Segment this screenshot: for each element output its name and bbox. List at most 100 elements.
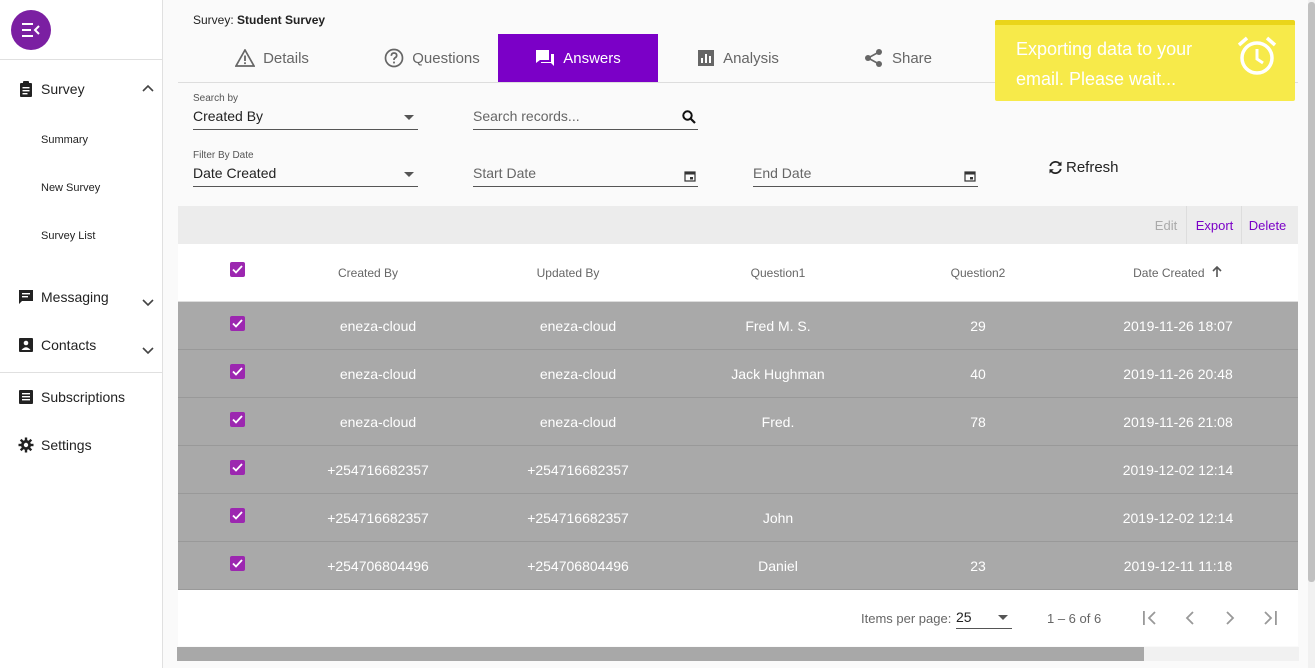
column-header-question1[interactable]: Question1: [708, 244, 848, 302]
dropdown-arrow-icon: [998, 615, 1008, 620]
clipboard-icon: [18, 81, 34, 97]
chevron-up-icon[interactable]: [142, 81, 154, 98]
row-checkbox[interactable]: [230, 412, 245, 427]
table-row[interactable]: +254716682357 +254716682357 2019-12-02 12:…: [178, 446, 1298, 494]
table-header: Created By Updated By Question1 Question…: [178, 244, 1298, 302]
scrollbar-thumb[interactable]: [177, 647, 1144, 661]
survey-prefix: Survey:: [193, 13, 238, 27]
sidebar-item-survey[interactable]: Survey: [18, 81, 154, 97]
export-button[interactable]: Export: [1186, 206, 1242, 244]
end-date-placeholder: End Date: [753, 165, 812, 181]
cell-question1: Jack Hughman: [731, 366, 825, 382]
sidebar-item-messaging[interactable]: Messaging: [18, 289, 154, 307]
sidebar-subitem-summary[interactable]: Summary: [41, 134, 88, 146]
delete-button[interactable]: Delete: [1241, 206, 1293, 244]
first-page-icon[interactable]: [1138, 606, 1162, 630]
cell-date-created: 2019-11-26 20:48: [1123, 366, 1233, 382]
column-header-created-by[interactable]: Created By: [298, 244, 438, 302]
sidebar-item-label: Survey: [41, 81, 85, 97]
tab-questions[interactable]: Questions: [352, 34, 512, 82]
table-row[interactable]: eneza-cloud eneza-cloud Fred. 78 2019-11-26 …: [178, 398, 1298, 446]
cell-question2: 29: [970, 318, 986, 334]
help-circle-icon: [384, 48, 404, 68]
menu-open-icon[interactable]: [11, 10, 51, 50]
chevron-down-icon[interactable]: [142, 295, 154, 312]
column-header-updated-by[interactable]: Updated By: [498, 244, 638, 302]
bar-chart-icon: [698, 50, 715, 66]
sidebar-divider: [0, 59, 162, 60]
tab-answers[interactable]: Answers: [498, 34, 658, 82]
export-toast: Exporting data to your email. Please wai…: [995, 20, 1295, 101]
table-row[interactable]: +254716682357 +254716682357 John 2019-12-02…: [178, 494, 1298, 542]
start-date-field[interactable]: Start Date: [473, 165, 698, 187]
sidebar-item-settings[interactable]: Settings: [18, 437, 154, 453]
cell-created-by: +254716682357: [327, 510, 429, 526]
tab-analysis[interactable]: Analysis: [658, 34, 818, 82]
row-checkbox[interactable]: [230, 316, 245, 331]
cell-question2: 78: [970, 414, 986, 430]
tab-share[interactable]: Share: [818, 34, 978, 82]
sidebar: Survey Summary New Survey Survey List Me…: [0, 0, 163, 668]
sidebar-item-subscriptions[interactable]: Subscriptions: [18, 389, 154, 405]
row-checkbox[interactable]: [230, 556, 245, 571]
table-row[interactable]: eneza-cloud eneza-cloud Jack Hughman 40 2019…: [178, 350, 1298, 398]
sidebar-subitem-new-survey[interactable]: New Survey: [41, 182, 100, 194]
search-by-select[interactable]: Created By: [193, 108, 418, 130]
last-page-icon[interactable]: [1258, 606, 1282, 630]
previous-page-icon[interactable]: [1178, 606, 1202, 630]
cell-date-created: 2019-12-02 12:14: [1122, 462, 1234, 478]
cell-created-by: +254706804496: [327, 558, 429, 574]
sidebar-subitem-survey-list[interactable]: Survey List: [41, 230, 95, 242]
filter-date-select[interactable]: Date Created: [193, 165, 418, 187]
calendar-icon[interactable]: [964, 169, 976, 185]
filter-date-value: Date Created: [193, 165, 277, 181]
end-date-field[interactable]: End Date: [753, 165, 978, 187]
tab-label: Share: [891, 49, 933, 67]
page-size-select[interactable]: 25: [956, 603, 1012, 629]
next-page-icon[interactable]: [1218, 606, 1242, 630]
cell-updated-by: eneza-cloud: [539, 414, 617, 430]
search-by-label: Search by: [193, 93, 239, 104]
select-all-checkbox[interactable]: [230, 262, 245, 277]
gear-icon: [18, 437, 34, 453]
sidebar-item-label: Subscriptions: [41, 389, 126, 405]
page-size-value: 25: [956, 609, 972, 625]
scrollbar-thumb[interactable]: [1308, 2, 1315, 582]
search-placeholder: Search records...: [473, 108, 580, 124]
row-checkbox[interactable]: [230, 364, 245, 379]
survey-name: Student Survey: [237, 13, 326, 27]
forum-icon: [536, 50, 555, 66]
cell-created-by: eneza-cloud: [339, 366, 417, 382]
cell-date-created: 2019-12-11 11:18: [1123, 558, 1233, 574]
sidebar-item-label: Messaging: [41, 289, 109, 305]
row-checkbox[interactable]: [230, 508, 245, 523]
search-input[interactable]: Search records...: [473, 108, 698, 130]
paginator: Items per page: 25 1 – 6 of 6: [178, 590, 1298, 646]
toast-message: Exporting data to your email. Please wai…: [1016, 39, 1193, 89]
tab-details[interactable]: Details: [192, 34, 352, 82]
search-icon[interactable]: [682, 110, 696, 127]
cell-updated-by: eneza-cloud: [539, 318, 617, 334]
row-checkbox[interactable]: [230, 460, 245, 475]
cell-created-by: eneza-cloud: [339, 318, 417, 334]
edit-button[interactable]: Edit: [1144, 206, 1188, 244]
table-row[interactable]: +254706804496 +254706804496 Daniel 23 2019-1…: [178, 542, 1298, 590]
cell-question1: John: [762, 510, 794, 526]
chevron-down-icon[interactable]: [142, 343, 154, 360]
table-row[interactable]: eneza-cloud eneza-cloud Fred M. S. 29 2019-1…: [178, 302, 1298, 350]
sidebar-item-label: Contacts: [41, 337, 97, 353]
cell-question2: 40: [970, 366, 986, 382]
calendar-icon[interactable]: [684, 169, 696, 185]
cell-date-created: 2019-12-02 12:14: [1122, 510, 1234, 526]
cell-question2: [898, 446, 1058, 494]
cell-question2: [898, 494, 1058, 542]
cell-question1: Fred M. S.: [745, 318, 811, 334]
sidebar-item-contacts[interactable]: Contacts: [18, 337, 154, 355]
vertical-scrollbar[interactable]: [1308, 0, 1315, 668]
column-header-date-created[interactable]: Date Created: [1098, 244, 1258, 302]
horizontal-scrollbar[interactable]: [177, 647, 1299, 661]
column-header-question2[interactable]: Question2: [908, 244, 1048, 302]
page-title: Survey: Student Survey: [193, 13, 325, 27]
refresh-button[interactable]: Refresh: [1048, 159, 1119, 176]
chat-icon: [18, 289, 34, 305]
